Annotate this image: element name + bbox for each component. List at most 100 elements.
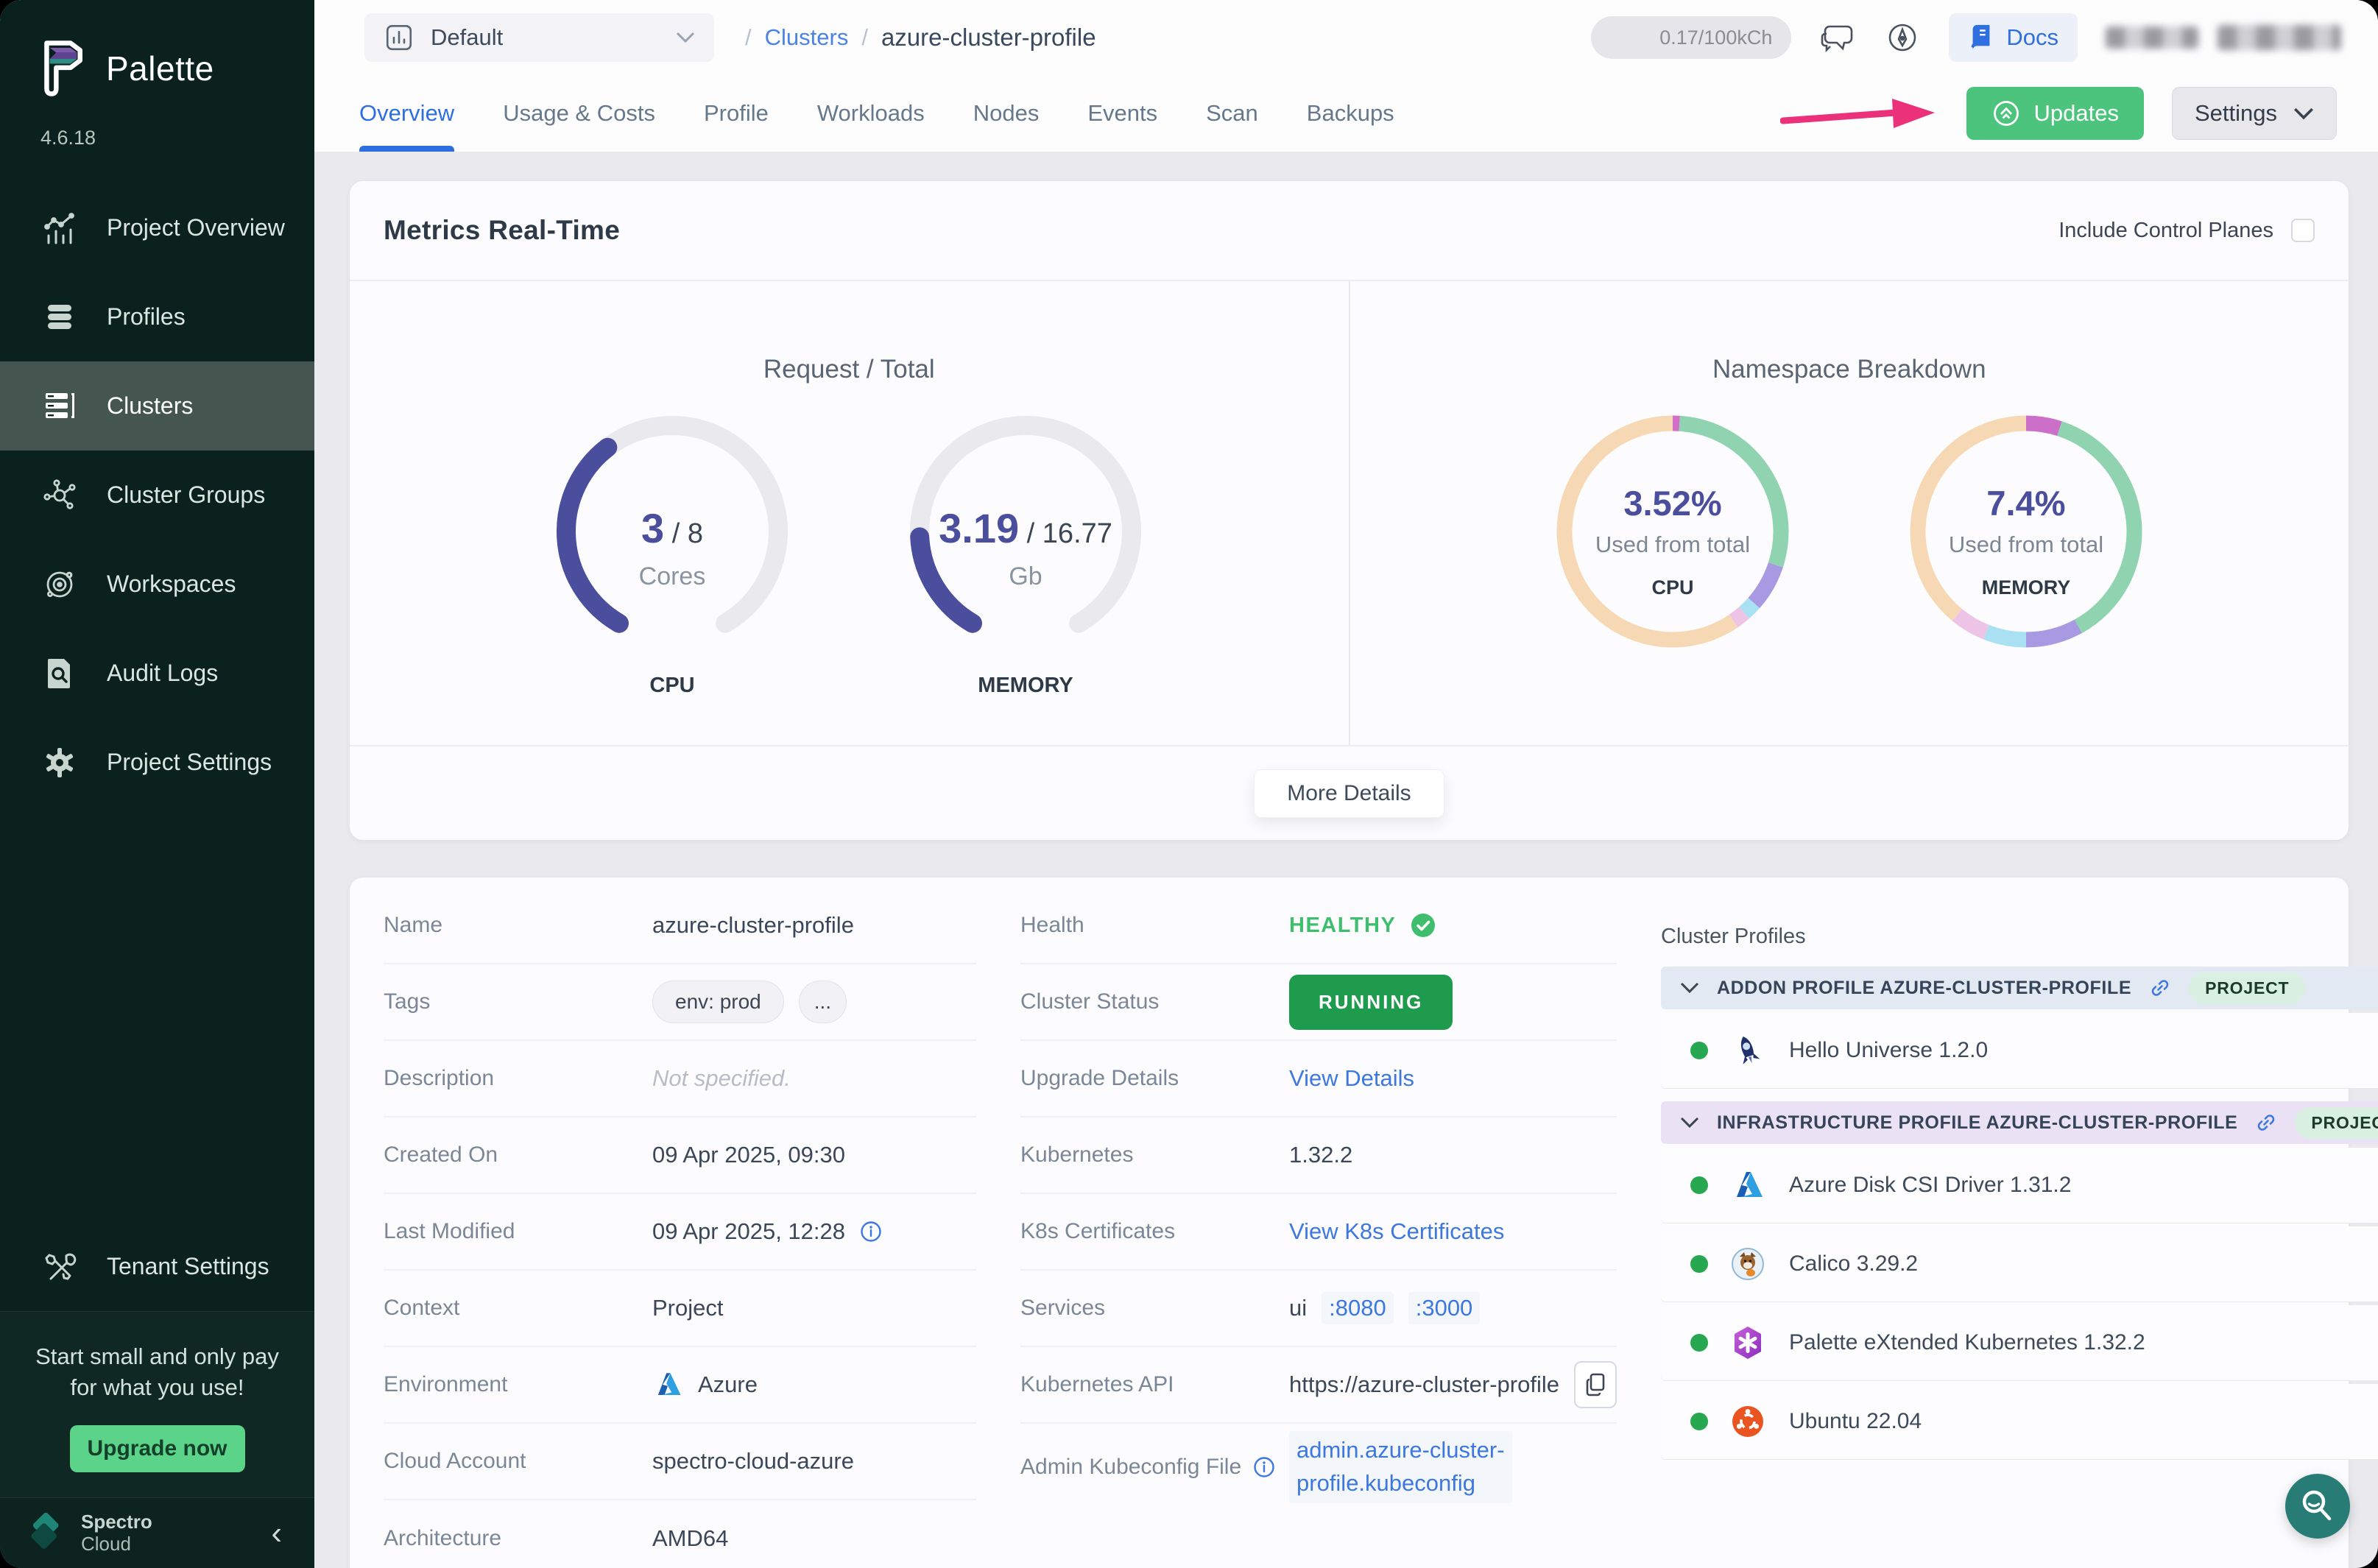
project-selector[interactable]: Default xyxy=(364,13,714,62)
redacted-user-menu xyxy=(2218,25,2341,50)
detail-label-text: K8s Certificates xyxy=(1020,1219,1175,1244)
search-fab-button[interactable] xyxy=(2285,1474,2350,1539)
include-control-planes-checkbox[interactable] xyxy=(2291,219,2315,242)
annotation-arrow xyxy=(1780,90,1938,137)
service-port-link[interactable]: :3000 xyxy=(1408,1292,1481,1324)
tab-usage-costs[interactable]: Usage & Costs xyxy=(503,75,655,152)
detail-value: env: prod... xyxy=(652,981,976,1023)
kubeconfig-link[interactable]: admin.azure-cluster-profile.kubeconfig xyxy=(1289,1431,1512,1503)
usage-quota-badge: 0.17/100kCh xyxy=(1591,16,1791,59)
project-overview-icon xyxy=(42,211,77,246)
detail-value: 1.32.2 xyxy=(1289,1142,1617,1168)
detail-label-text: Cloud Account xyxy=(384,1449,526,1474)
pack-name: Hello Universe 1.2.0 xyxy=(1789,1038,1988,1063)
detail-row-health: HealthHEALTHY xyxy=(1020,888,1617,964)
donut-segment xyxy=(2059,428,2134,626)
detail-value: admin.azure-cluster-profile.kubeconfig xyxy=(1289,1431,1617,1503)
profile-pack-row[interactable]: Hello Universe 1.2.0 xyxy=(1661,1013,2378,1088)
detail-value: AMD64 xyxy=(652,1525,976,1552)
detail-link[interactable]: View Details xyxy=(1289,1065,1414,1092)
profile-pack-row[interactable]: Calico 3.29.2 xyxy=(1661,1226,2378,1302)
cluster-status-badge: RUNNING xyxy=(1289,975,1453,1030)
more-details-button[interactable]: More Details xyxy=(1254,769,1444,818)
breadcrumb-clusters-link[interactable]: Clusters xyxy=(765,24,849,51)
sidebar: Palette 4.6.18 Project OverviewProfilesC… xyxy=(0,0,314,1568)
profile-pack-row[interactable]: Palette eXtended Kubernetes 1.32.2 xyxy=(1661,1305,2378,1380)
detail-label: Kubernetes API xyxy=(1020,1372,1289,1397)
detail-label: Last Modified xyxy=(384,1219,652,1244)
detail-label: Description xyxy=(384,1066,652,1091)
tab-backups[interactable]: Backups xyxy=(1307,75,1394,152)
sidebar-item-workspaces[interactable]: Workspaces xyxy=(0,540,314,629)
sidebar-item-tenant-settings[interactable]: Tenant Settings xyxy=(0,1222,314,1311)
tag-pill[interactable]: env: prod xyxy=(652,981,784,1023)
service-port-link[interactable]: :8080 xyxy=(1322,1292,1394,1324)
tab-overview[interactable]: Overview xyxy=(359,75,454,152)
copy-button[interactable] xyxy=(1574,1361,1617,1408)
spectro-cloud-name: SpectroCloud xyxy=(81,1511,152,1555)
sidebar-item-clusters[interactable]: Clusters xyxy=(0,361,314,451)
detail-row-cluster-status: Cluster StatusRUNNING xyxy=(1020,964,1617,1041)
promo-line2: for what you use! xyxy=(70,1374,244,1400)
donut-segment xyxy=(1754,565,1776,603)
sidebar-item-project-overview[interactable]: Project Overview xyxy=(0,183,314,272)
tab-events[interactable]: Events xyxy=(1087,75,1157,152)
chat-icon[interactable] xyxy=(1819,19,1856,56)
detail-row-admin-kubeconfig-file: Admin Kubeconfig Fileadmin.azure-cluster… xyxy=(1020,1424,1617,1511)
namespace-breakdown-title: Namespace Breakdown xyxy=(1712,355,1986,384)
tab-profile[interactable]: Profile xyxy=(704,75,769,152)
main-area: Default / Clusters / azure-cluster-profi… xyxy=(314,0,2378,1568)
breadcrumb-current: azure-cluster-profile xyxy=(881,24,1096,52)
tag-pill[interactable]: ... xyxy=(799,981,847,1023)
detail-row-tags: Tagsenv: prod... xyxy=(384,964,976,1041)
detail-value: ui:8080:3000 xyxy=(1289,1292,1617,1324)
donut-value: 7.4% xyxy=(1986,484,2065,523)
detail-link[interactable]: View K8s Certificates xyxy=(1289,1218,1504,1245)
namespace-breakdown-pane: Namespace Breakdown 3.52%Used from total… xyxy=(1350,281,2349,745)
profile-pack-row[interactable]: Ubuntu 22.04 xyxy=(1661,1384,2378,1459)
request-total-gauges: 3 / 8CoresCPU3.19 / 16.77GbMEMORY xyxy=(532,392,1165,708)
detail-label: Services xyxy=(1020,1296,1289,1321)
detail-label: Created On xyxy=(384,1143,652,1168)
detail-label: Upgrade Details xyxy=(1020,1066,1289,1091)
sidebar-item-label: Profiles xyxy=(107,303,186,331)
sidebar-item-cluster-groups[interactable]: Cluster Groups xyxy=(0,451,314,540)
tab-workloads[interactable]: Workloads xyxy=(817,75,925,152)
compass-icon[interactable] xyxy=(1884,19,1921,56)
topbar-actions: 0.17/100kCh Docs xyxy=(1591,13,2341,62)
detail-value: azure-cluster-profile xyxy=(652,912,976,939)
sidebar-collapse-icon[interactable]: ‹ xyxy=(271,1517,282,1550)
sidebar-item-profiles[interactable]: Profiles xyxy=(0,272,314,361)
promo-text: Start small and only pay for what you us… xyxy=(22,1341,292,1403)
detail-value-text: 09 Apr 2025, 09:30 xyxy=(652,1142,845,1168)
profile-group-header-addon[interactable]: ADDON PROFILE AZURE-CLUSTER-PROFILEPROJE… xyxy=(1661,967,2378,1009)
detail-label-text: Kubernetes xyxy=(1020,1143,1133,1168)
request-total-title: Request / Total xyxy=(763,355,935,384)
tab-scan[interactable]: Scan xyxy=(1206,75,1258,152)
healthy-check-icon xyxy=(1411,913,1436,938)
sidebar-item-project-settings[interactable]: Project Settings xyxy=(0,718,314,807)
donut-footer: MEMORY xyxy=(1982,576,2071,598)
detail-row-upgrade-details: Upgrade DetailsView Details xyxy=(1020,1041,1617,1117)
cluster-groups-icon xyxy=(42,478,77,513)
updates-button[interactable]: Updates xyxy=(1966,87,2144,140)
sidebar-item-audit-logs[interactable]: Audit Logs xyxy=(0,629,314,718)
upgrade-now-button[interactable]: Upgrade now xyxy=(70,1425,245,1472)
detail-value-text: AMD64 xyxy=(652,1525,728,1552)
detail-value: View K8s Certificates xyxy=(1289,1218,1617,1245)
brand-name: Palette xyxy=(106,49,214,88)
tab-nodes[interactable]: Nodes xyxy=(973,75,1040,152)
health-status-text: HEALTHY xyxy=(1289,914,1396,938)
pack-name: Ubuntu 22.04 xyxy=(1789,1409,1922,1434)
settings-button[interactable]: Settings xyxy=(2172,87,2337,140)
donut-segment xyxy=(1733,612,1744,621)
profile-group-header-infra[interactable]: INFRASTRUCTURE PROFILE AZURE-CLUSTER-PRO… xyxy=(1661,1101,2378,1144)
detail-row-architecture: ArchitectureAMD64 xyxy=(384,1500,976,1568)
cpu-gauge: 3 / 8CoresCPU xyxy=(532,392,812,708)
sidebar-item-label: Audit Logs xyxy=(107,660,218,687)
docs-button[interactable]: Docs xyxy=(1949,13,2078,62)
brand: Palette xyxy=(38,38,314,99)
profile-pack-row[interactable]: Azure Disk CSI Driver 1.31.2 xyxy=(1661,1148,2378,1223)
sidebar-item-label: Workspaces xyxy=(107,571,236,598)
docs-label: Docs xyxy=(2006,24,2058,51)
